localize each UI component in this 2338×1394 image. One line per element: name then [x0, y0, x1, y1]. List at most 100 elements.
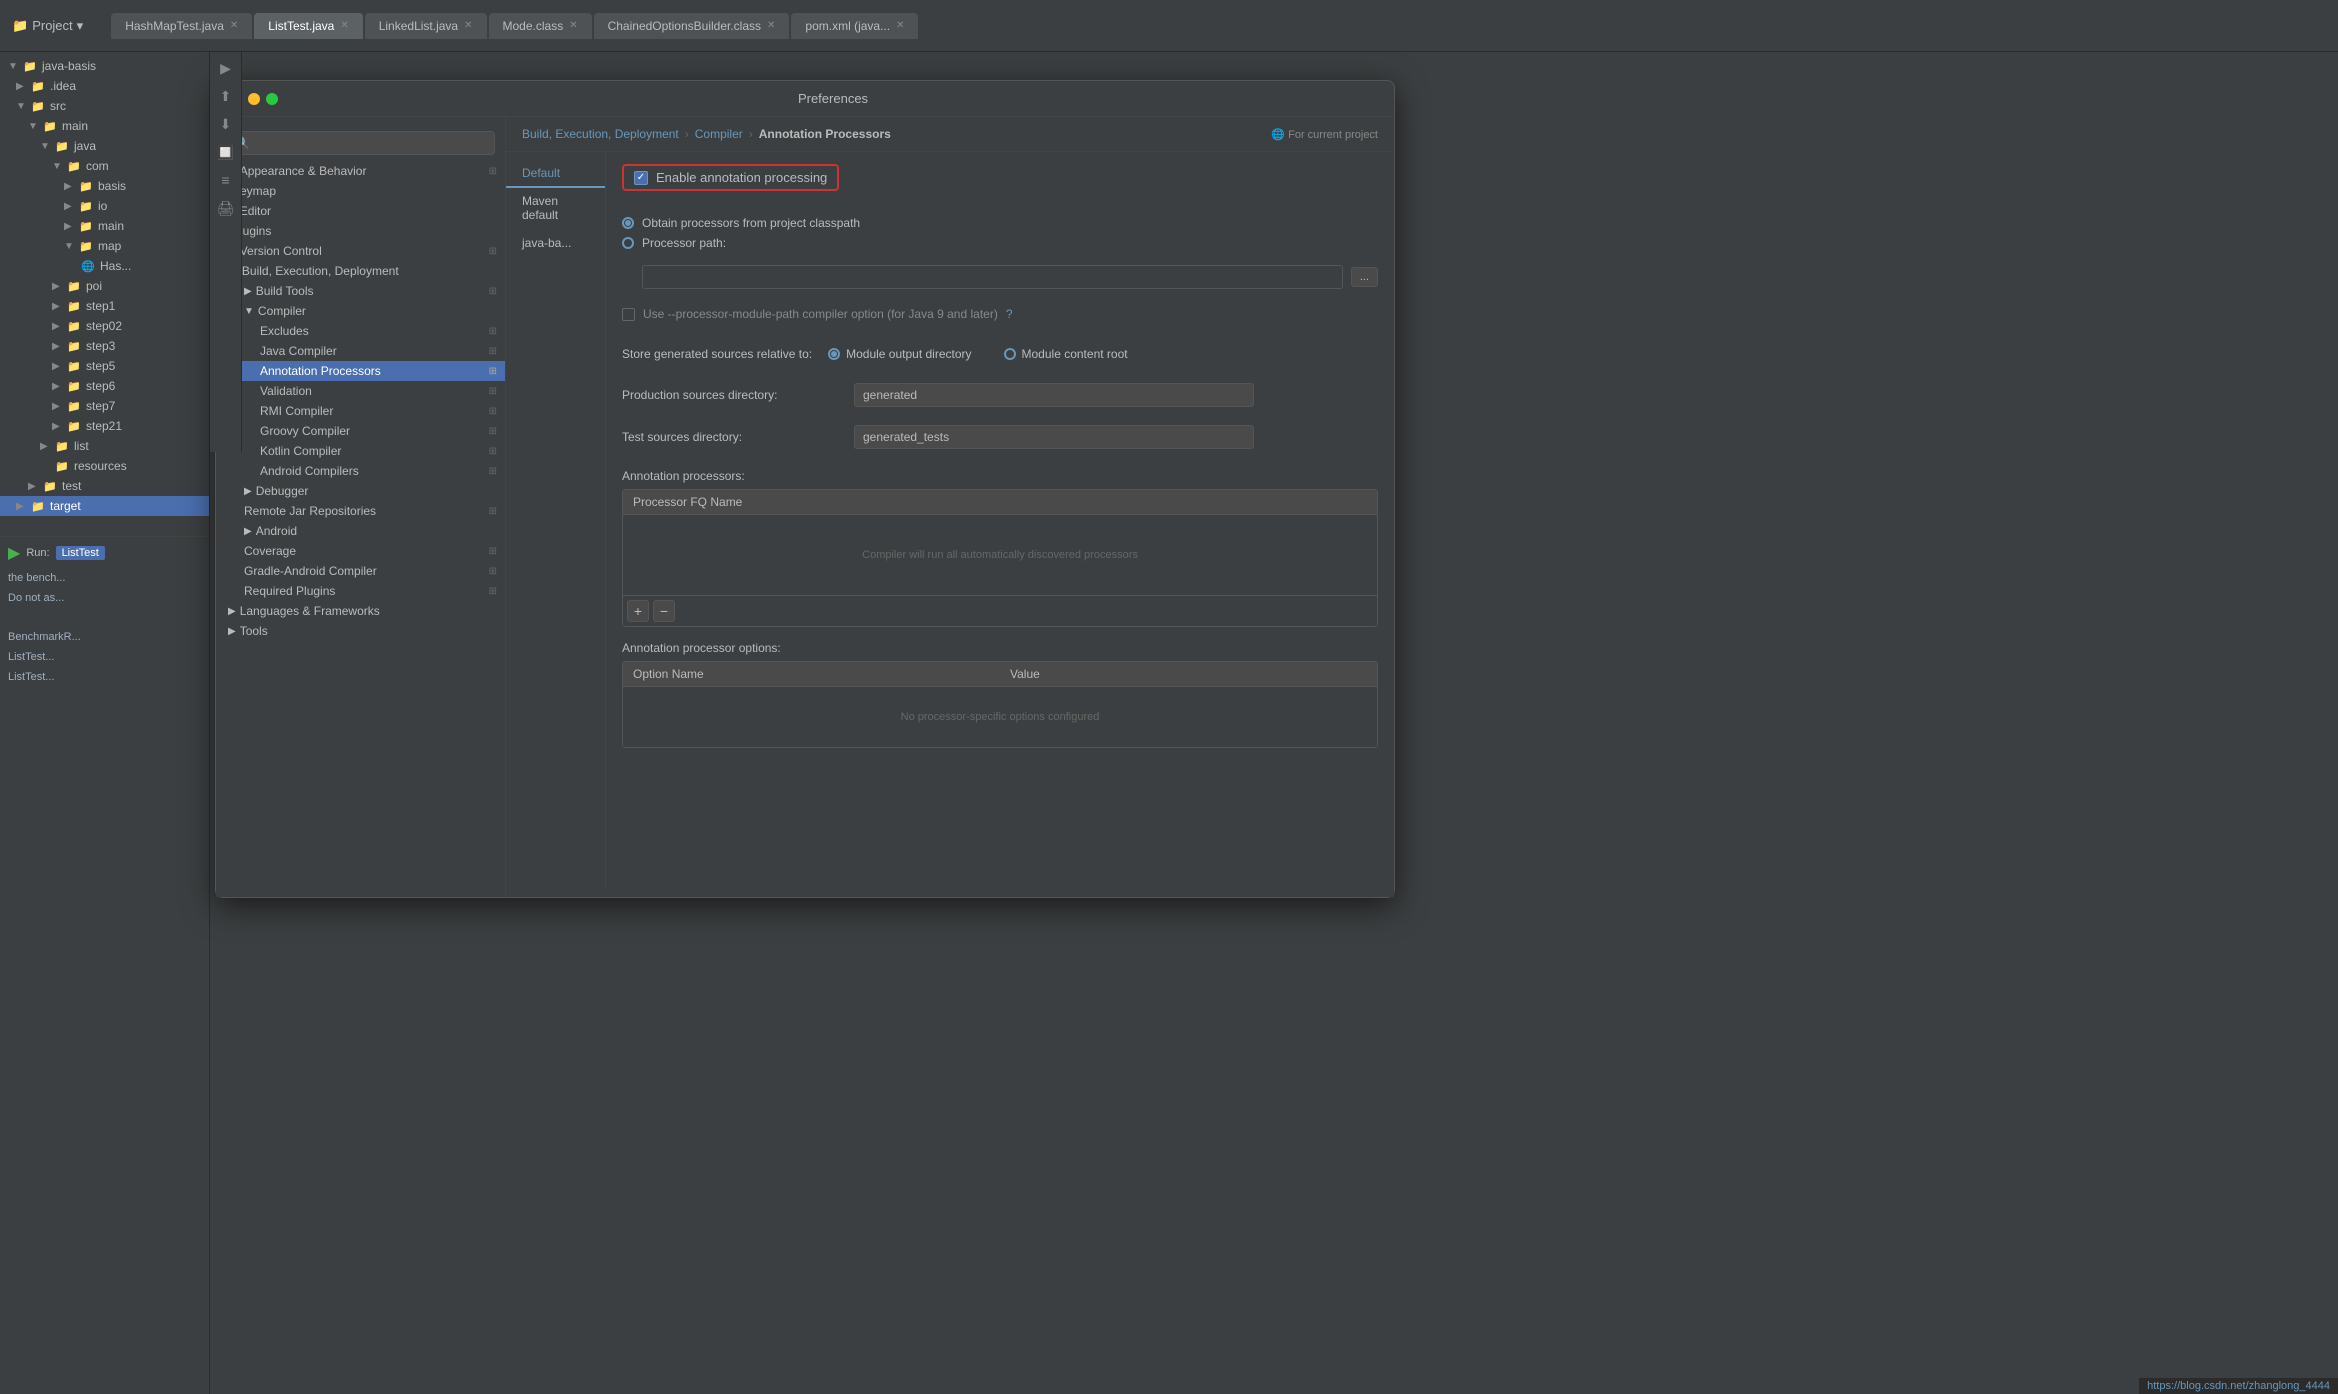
settings-item-java-compiler[interactable]: Java Compiler ⊞: [216, 341, 505, 361]
tree-item-com[interactable]: ▼ 📁 com: [0, 156, 209, 176]
settings-item-remote-jar[interactable]: Remote Jar Repositories ⊞: [216, 501, 505, 521]
tree-item-step5[interactable]: ▶ 📁 step5: [0, 356, 209, 376]
radio-path-btn[interactable]: [622, 237, 634, 249]
production-sources-input[interactable]: [854, 383, 1254, 407]
action-btn-6[interactable]: 🖨: [214, 196, 238, 220]
settings-item-excludes[interactable]: Excludes ⊞: [216, 321, 505, 341]
radio-module-output-btn[interactable]: [828, 348, 840, 360]
radio-classpath-btn[interactable]: [622, 217, 634, 229]
tree-item-resources[interactable]: 📁 resources: [0, 456, 209, 476]
tab-close-icon[interactable]: ✕: [464, 20, 472, 31]
window-minimize-btn[interactable]: [248, 93, 260, 105]
test-sources-input[interactable]: [854, 425, 1254, 449]
tree-item-src[interactable]: ▼ 📁 src: [0, 96, 209, 116]
tab-close-icon[interactable]: ✕: [230, 20, 238, 31]
settings-item-compiler[interactable]: ▼ Compiler: [216, 301, 505, 321]
tree-item-io[interactable]: ▶ 📁 io: [0, 196, 209, 216]
remove-processor-btn[interactable]: −: [653, 600, 675, 622]
radio-processor-path[interactable]: Processor path:: [622, 233, 1378, 253]
tree-item-step3[interactable]: ▶ 📁 step3: [0, 336, 209, 356]
settings-item-annotation-processors[interactable]: Annotation Processors ⊞: [216, 361, 505, 381]
tab-close-icon[interactable]: ✕: [340, 20, 348, 31]
settings-item-editor[interactable]: ▶ Editor: [216, 201, 505, 221]
settings-item-plugins[interactable]: Plugins: [216, 221, 505, 241]
processor-path-input[interactable]: [642, 265, 1343, 289]
module-path-help-icon[interactable]: ?: [1006, 307, 1013, 321]
tree-item-step7[interactable]: ▶ 📁 step7: [0, 396, 209, 416]
tree-item-main[interactable]: ▼ 📁 main: [0, 116, 209, 136]
radio-module-output[interactable]: Module output directory: [828, 347, 971, 361]
browse-button[interactable]: ...: [1351, 267, 1378, 287]
settings-item-build[interactable]: ▼ Build, Execution, Deployment: [216, 261, 505, 281]
settings-item-vcs[interactable]: ▶ Version Control ⊞: [216, 241, 505, 261]
enable-annotation-checkbox[interactable]: ✓: [634, 171, 648, 185]
settings-search-input[interactable]: [226, 131, 495, 155]
tree-expand-icon: ▶: [52, 281, 66, 292]
tree-item-idea[interactable]: ▶ 📁 .idea: [0, 76, 209, 96]
window-maximize-btn[interactable]: [266, 93, 278, 105]
settings-item-rmi[interactable]: RMI Compiler ⊞: [216, 401, 505, 421]
settings-item-appearance[interactable]: ▶ Appearance & Behavior ⊞: [216, 161, 505, 181]
settings-item-debugger[interactable]: ▶ Debugger: [216, 481, 505, 501]
tree-item-has[interactable]: 🌐 Has...: [0, 256, 209, 276]
settings-item-required-plugins[interactable]: Required Plugins ⊞: [216, 581, 505, 601]
settings-search-wrapper: [216, 125, 505, 161]
run-tab-label[interactable]: ListTest: [56, 546, 105, 560]
profile-tab-maven[interactable]: Maven default: [506, 188, 605, 230]
settings-item-tools[interactable]: ▶ Tools: [216, 621, 505, 641]
tree-item-step1[interactable]: ▶ 📁 step1: [0, 296, 209, 316]
tree-item-target[interactable]: ▶ 📁 target: [0, 496, 209, 516]
action-btn-2[interactable]: ⬆: [214, 84, 238, 108]
tab-listtest[interactable]: ListTest.java ✕: [254, 13, 362, 39]
project-selector[interactable]: 📁 Project ▾: [12, 18, 83, 34]
tree-root[interactable]: ▼ 📁 java-basis: [0, 56, 209, 76]
action-btn-1[interactable]: ▶: [214, 56, 238, 80]
tree-item-test[interactable]: ▶ 📁 test: [0, 476, 209, 496]
tree-item-basis[interactable]: ▶ 📁 basis: [0, 176, 209, 196]
tab-close-icon[interactable]: ✕: [896, 20, 904, 31]
settings-item-gradle-android[interactable]: Gradle-Android Compiler ⊞: [216, 561, 505, 581]
tab-hashmaptest[interactable]: HashMapTest.java ✕: [111, 13, 252, 39]
settings-item-android-compilers[interactable]: Android Compilers ⊞: [216, 461, 505, 481]
dialog-body: ▶ Appearance & Behavior ⊞ Keymap ▶ Edito…: [216, 117, 1394, 897]
tree-item-poi[interactable]: ▶ 📁 poi: [0, 276, 209, 296]
profile-tab-java[interactable]: java-ba...: [506, 230, 605, 258]
action-btn-3[interactable]: ⬇: [214, 112, 238, 136]
tab-pomxml[interactable]: pom.xml (java... ✕: [791, 13, 918, 39]
tree-item-java[interactable]: ▼ 📁 java: [0, 136, 209, 156]
radio-obtain-classpath[interactable]: Obtain processors from project classpath: [622, 213, 1378, 233]
module-path-checkbox[interactable]: [622, 308, 635, 321]
settings-item-validation[interactable]: Validation ⊞: [216, 381, 505, 401]
tree-item-main2[interactable]: ▶ 📁 main: [0, 216, 209, 236]
tab-linkedlist[interactable]: LinkedList.java ✕: [365, 13, 487, 39]
add-processor-btn[interactable]: +: [627, 600, 649, 622]
tree-item-step02[interactable]: ▶ 📁 step02: [0, 316, 209, 336]
tab-chained[interactable]: ChainedOptionsBuilder.class ✕: [594, 13, 790, 39]
tab-close-icon[interactable]: ✕: [569, 20, 577, 31]
settings-item-groovy[interactable]: Groovy Compiler ⊞: [216, 421, 505, 441]
settings-item-android[interactable]: ▶ Android: [216, 521, 505, 541]
main-layout: ▼ 📁 java-basis ▶ 📁 .idea ▼ 📁 src ▼ 📁 mai…: [0, 52, 2338, 1394]
settings-item-label: Annotation Processors: [260, 364, 381, 378]
action-btn-5[interactable]: ≡: [214, 168, 238, 192]
settings-item-kotlin[interactable]: Kotlin Compiler ⊞: [216, 441, 505, 461]
tab-mode-class[interactable]: Mode.class ✕: [489, 13, 592, 39]
breadcrumb-build[interactable]: Build, Execution, Deployment: [522, 127, 679, 141]
folder-icon: 📁: [66, 418, 82, 434]
tree-expand-icon: ▶: [52, 401, 66, 412]
action-btn-4[interactable]: 🔲: [214, 140, 238, 164]
tree-item-step6[interactable]: ▶ 📁 step6: [0, 376, 209, 396]
breadcrumb-compiler[interactable]: Compiler: [695, 127, 743, 141]
settings-item-keymap[interactable]: Keymap: [216, 181, 505, 201]
tab-close-icon[interactable]: ✕: [767, 20, 775, 31]
tree-item-map[interactable]: ▼ 📁 map: [0, 236, 209, 256]
profile-tab-default[interactable]: Default: [506, 160, 605, 188]
settings-item-coverage[interactable]: Coverage ⊞: [216, 541, 505, 561]
settings-item-build-tools[interactable]: ▶ Build Tools ⊞: [216, 281, 505, 301]
radio-content-root-btn[interactable]: [1004, 348, 1016, 360]
tree-item-step21[interactable]: ▶ 📁 step21: [0, 416, 209, 436]
run-play-icon[interactable]: ▶: [8, 543, 20, 563]
tree-item-list[interactable]: ▶ 📁 list: [0, 436, 209, 456]
radio-content-root[interactable]: Module content root: [1004, 347, 1128, 361]
settings-item-languages[interactable]: ▶ Languages & Frameworks: [216, 601, 505, 621]
